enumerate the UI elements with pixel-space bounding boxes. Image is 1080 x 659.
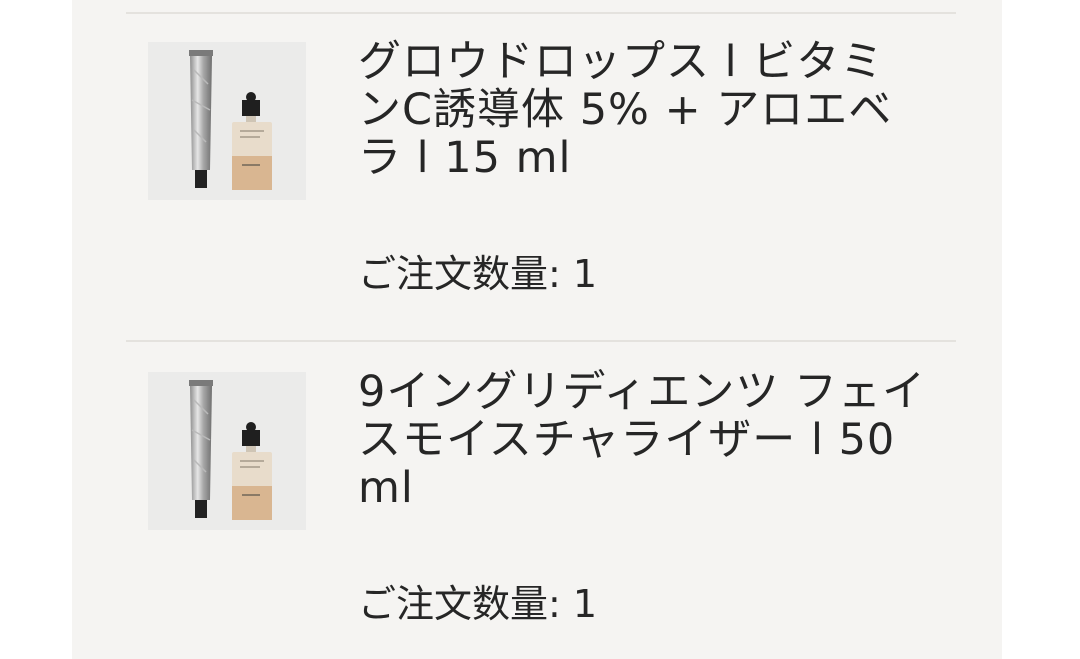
tube-icon (189, 380, 213, 518)
order-quantity: ご注文数量: 1 (358, 252, 598, 296)
tube-icon (189, 50, 213, 188)
dropper-bottle-icon (232, 422, 272, 520)
dropper-bottle-icon (232, 92, 272, 190)
product-name[interactable]: グロウドロップス l ビタミンC誘導体 5% + アロエベラ l 15 ml (358, 38, 928, 182)
product-name[interactable]: 9イングリディエンツ フェイスモイスチャライザー l 50 ml (358, 368, 928, 512)
product-thumbnail[interactable] (148, 42, 306, 200)
order-items-panel: グロウドロップス l ビタミンC誘導体 5% + アロエベラ l 15 ml ご… (72, 0, 1002, 659)
product-thumbnail[interactable] (148, 372, 306, 530)
order-quantity: ご注文数量: 1 (358, 582, 598, 626)
divider-top (126, 12, 956, 14)
divider-middle (126, 340, 956, 342)
